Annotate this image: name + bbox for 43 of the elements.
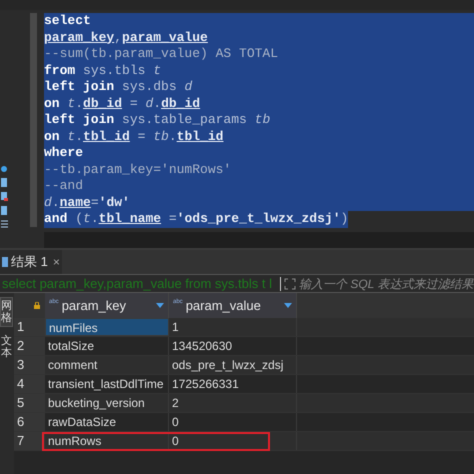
row-number: 3 [14, 356, 45, 374]
horizontal-scrollbar[interactable] [44, 232, 474, 248]
lock-icon [34, 302, 40, 309]
table-row[interactable]: 4 transient_lastDdlTime 1725266331 [14, 375, 474, 394]
table-cell[interactable]: numFiles [45, 318, 169, 336]
table-row[interactable]: 1 numFiles 1 [14, 318, 474, 337]
expand-icon[interactable] [284, 278, 296, 290]
table-row[interactable]: 7 numRows 0 [14, 432, 474, 451]
row-number: 1 [14, 318, 45, 336]
document-icon[interactable] [1, 192, 8, 201]
table-cell[interactable]: 1725266331 [169, 375, 297, 393]
table-row[interactable]: 2 totalSize 134520630 [14, 337, 474, 356]
filter-field[interactable]: 输入一个 SQL 表达式来过滤结果 [299, 274, 474, 292]
table-cell[interactable]: rawDataSize [45, 413, 169, 431]
row-number: 7 [14, 432, 45, 450]
table-row[interactable]: 3 comment ods_pre_t_lwzx_zdsj [14, 356, 474, 375]
table-cell[interactable]: comment [45, 356, 169, 374]
result-tab[interactable]: 结果 1 × [0, 250, 62, 274]
table-row[interactable]: 6 rawDataSize 0 [14, 413, 474, 432]
table-cell[interactable]: 2 [169, 394, 297, 412]
table-cell[interactable]: 1 [169, 318, 297, 336]
query-text: select param_key,param_value from sys.tbls t l [1, 274, 273, 293]
side-tab[interactable]: 网格 [0, 297, 13, 328]
row-number: 2 [14, 337, 45, 355]
document-icon[interactable] [1, 206, 8, 215]
table-cell[interactable]: ods_pre_t_lwzx_zdsj [169, 356, 297, 374]
row-number: 4 [14, 375, 45, 393]
list-icon[interactable] [1, 220, 8, 228]
table-cell[interactable]: bucketing_version [45, 394, 169, 412]
table-cell[interactable]: transient_lastDdlTime [45, 375, 169, 393]
side-tab[interactable]: 文本 [0, 333, 13, 362]
row-number: 5 [14, 394, 45, 412]
table-row[interactable]: 5 bucketing_version 2 [14, 394, 474, 413]
table-cell[interactable]: 0 [169, 432, 297, 450]
row-number: 6 [14, 413, 45, 431]
document-icon[interactable] [1, 178, 8, 187]
table-cell[interactable]: 134520630 [169, 337, 297, 355]
dropdown-icon[interactable] [156, 303, 164, 308]
table-cell[interactable]: totalSize [45, 337, 169, 355]
table-cell[interactable]: 0 [169, 413, 297, 431]
dropdown-icon[interactable] [284, 303, 292, 308]
table-cell[interactable]: numRows [45, 432, 169, 450]
close-button[interactable]: × [52, 253, 60, 271]
